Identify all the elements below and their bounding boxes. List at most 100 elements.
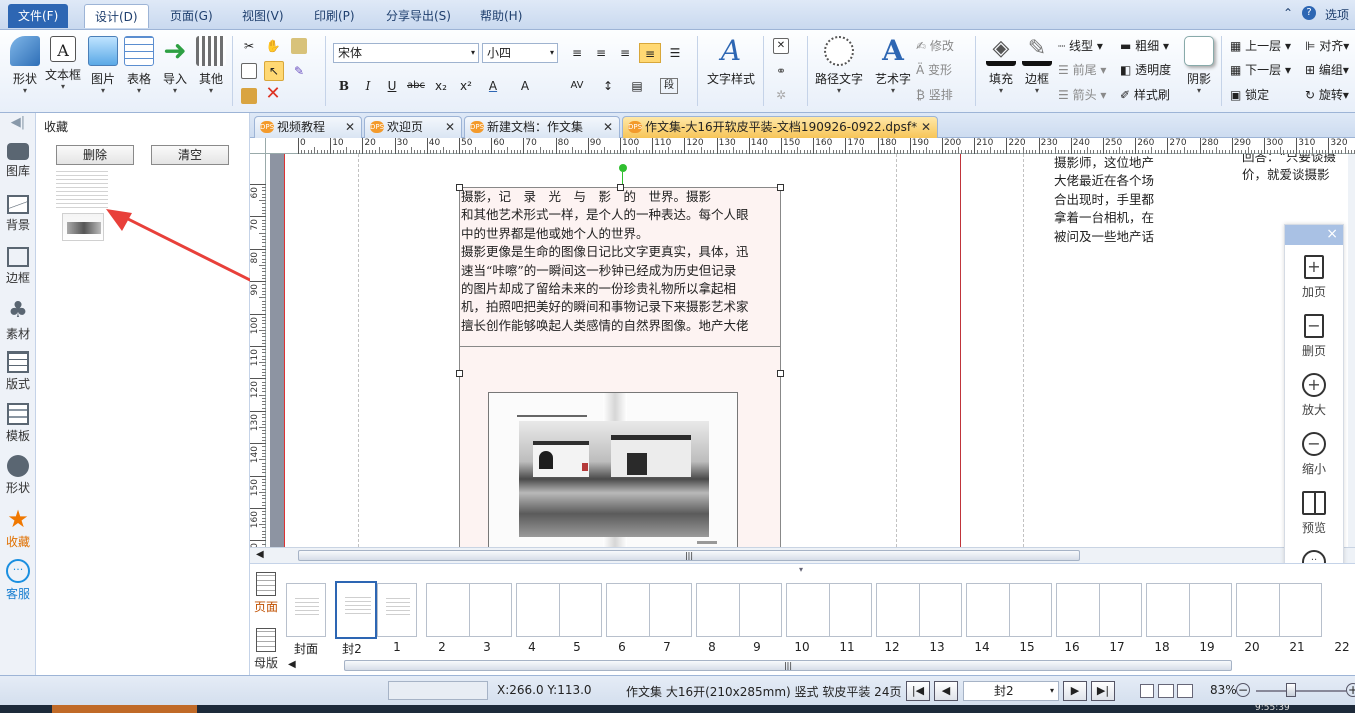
close-icon[interactable]: × — [1326, 226, 1338, 242]
fill-button[interactable]: ◈ 填充 ▾ — [982, 36, 1020, 96]
resize-handle[interactable] — [777, 370, 784, 377]
zoom-slider-thumb[interactable] — [1286, 683, 1296, 697]
background-tab[interactable]: 背景 — [2, 195, 34, 233]
next-page-icon[interactable]: ▶ — [1063, 681, 1087, 701]
group-dropdown[interactable]: ⊞ 编组▾ — [1305, 62, 1349, 78]
font-name-select[interactable]: 宋体 ▾ — [333, 43, 479, 63]
menu-help[interactable]: 帮助(H) — [470, 4, 532, 28]
help-icon[interactable]: ? — [1302, 6, 1316, 20]
style-brush-button[interactable]: ✐ 样式刷 — [1120, 87, 1170, 103]
side-text-column[interactable]: 摄影师，这位地产 大佬最近在各个场 合出现时，手里都 拿着一台相机，在 被问及一… — [1054, 154, 1174, 246]
crop-picture-icon[interactable] — [291, 38, 307, 54]
menu-print[interactable]: 印刷(P) — [304, 4, 365, 28]
template-tab[interactable]: 模板 — [2, 403, 34, 444]
taskbar-app-button[interactable] — [52, 705, 197, 713]
resize-handle[interactable] — [777, 184, 784, 191]
multi-page-view-icon[interactable] — [1177, 684, 1193, 698]
line-spacing-icon[interactable]: ↕ — [597, 76, 619, 96]
page-select[interactable]: 封2 ▾ — [963, 681, 1059, 701]
delete-page-button[interactable]: − 删页 — [1285, 314, 1343, 359]
scroll-left-icon[interactable]: ◀ — [288, 659, 296, 670]
page-strip-scroll-thumb[interactable]: ||| — [344, 660, 1232, 671]
tab-new-document[interactable]: DPS 新建文档：作文集 ✕ — [464, 116, 620, 138]
font-size-grow-icon[interactable]: A — [514, 76, 536, 96]
shape-button[interactable]: 形状 ▾ — [6, 36, 44, 96]
tab-video-tutorial[interactable]: DPS 视频教程 ✕ — [254, 116, 362, 138]
paragraph-icon[interactable]: 段 — [660, 78, 678, 94]
subscript-icon[interactable]: x₂ — [430, 76, 452, 96]
art-text-button[interactable]: A 艺术字 ▾ — [872, 36, 914, 96]
rotate-dropdown[interactable]: ↻ 旋转▾ — [1305, 87, 1349, 103]
align-right-icon[interactable]: ≡ — [614, 43, 636, 63]
favorite-item-text-thumbnail[interactable] — [56, 171, 108, 211]
close-icon[interactable]: ✕ — [445, 117, 455, 137]
close-icon[interactable]: ✕ — [921, 117, 931, 137]
line-end-dropdown[interactable]: ☰ 前尾 ▾ — [1058, 62, 1106, 78]
resize-handle[interactable] — [456, 370, 463, 377]
far-text-column[interactable]: 回答：“只要谈摄 价，就爱谈摄影 — [1242, 154, 1348, 185]
superscript-icon[interactable]: x² — [455, 76, 477, 96]
menu-share-export[interactable]: 分享导出(S) — [376, 4, 461, 28]
align-dropdown[interactable]: ⊫ 对齐▾ — [1305, 38, 1349, 54]
gallery-tab[interactable]: 图库 — [2, 143, 34, 179]
italic-icon[interactable]: I — [357, 76, 379, 96]
zoom-out-button[interactable]: − 缩小 — [1285, 432, 1343, 477]
resize-handle[interactable] — [456, 184, 463, 191]
picture-button[interactable]: 图片 ▾ — [84, 36, 122, 96]
layout-tab[interactable]: 版式 — [2, 351, 34, 392]
menu-design[interactable]: 设计(D) — [84, 4, 149, 28]
pages-tab[interactable]: 页面 — [252, 572, 280, 615]
last-page-icon[interactable]: ▶| — [1091, 681, 1115, 701]
copy-icon[interactable] — [241, 63, 257, 79]
scroll-thumb[interactable]: ||| — [298, 550, 1080, 561]
text-frame-selected[interactable]: 摄影，记 录 光 与 影 的 世界。摄影 和其他艺术形式一样，是个人的一种表达。… — [459, 187, 781, 347]
arrow-head-dropdown[interactable]: ☰ 箭头 ▾ — [1058, 87, 1106, 103]
border-tab[interactable]: 边框 — [2, 247, 34, 286]
send-backward-dropdown[interactable]: ▦ 下一层 ▾ — [1230, 62, 1291, 78]
favorite-item-photo-thumbnail[interactable] — [62, 213, 104, 241]
close-icon[interactable]: ✕ — [345, 117, 355, 137]
material-tab[interactable]: ♣ 素材 — [2, 299, 34, 342]
zoom-out-icon[interactable]: − — [1236, 683, 1250, 697]
path-text-button[interactable]: 路径文字 ▾ — [813, 36, 865, 96]
image-frame[interactable] — [459, 347, 781, 547]
collapse-ribbon-icon[interactable]: ⌃ — [1283, 6, 1293, 20]
horizontal-scrollbar[interactable]: ◀ ||| — [250, 547, 1355, 563]
align-left-icon[interactable]: ≡ — [566, 43, 588, 63]
rotate-handle[interactable] — [619, 164, 627, 172]
tab-active-document[interactable]: DPS 作文集-大16开软皮平装-文档190926-0922.dpsf* ✕ — [622, 116, 938, 138]
text-box-frame-icon[interactable]: ✕ — [773, 38, 789, 54]
line-type-dropdown[interactable]: ┈ 线型 ▾ — [1058, 38, 1103, 54]
art-text-vertical[interactable]: ₿ 竖排 — [916, 87, 953, 103]
link-icon[interactable]: ⚭ — [773, 63, 789, 79]
text-style-button[interactable]: A 文字样式 — [706, 36, 756, 87]
design-canvas[interactable]: 摄影，记 录 光 与 影 的 世界。摄影 和其他艺术形式一样，是个人的一种表达。… — [266, 154, 1348, 547]
art-text-transform[interactable]: Ä 变形 — [916, 62, 952, 78]
paste-icon[interactable] — [241, 88, 257, 104]
shapes-tab[interactable]: 形状 — [2, 455, 34, 496]
delete-button[interactable]: 删除 — [56, 145, 134, 165]
bold-icon[interactable]: B — [333, 76, 355, 96]
favorites-tab[interactable]: ★ 收藏 — [2, 507, 34, 550]
font-size-select[interactable]: 小四 ▾ — [482, 43, 558, 63]
menu-view[interactable]: 视图(V) — [232, 4, 294, 28]
align-center-icon[interactable]: ≡ — [590, 43, 612, 63]
single-page-view-icon[interactable] — [1140, 684, 1154, 698]
photo-book-image[interactable] — [488, 392, 738, 547]
columns-icon[interactable]: ▤ — [626, 76, 648, 96]
zoom-in-button[interactable]: + 放大 — [1285, 373, 1343, 418]
collapse-panel-icon[interactable]: ◀| — [2, 115, 34, 130]
resize-handle[interactable] — [617, 184, 624, 191]
close-icon[interactable]: ✕ — [603, 117, 613, 137]
article-paragraph[interactable]: 摄影，记 录 光 与 影 的 世界。摄影 和其他艺术形式一样，是个人的一种表达。… — [461, 188, 781, 335]
import-button[interactable]: ➜ 导入 ▾ — [156, 36, 194, 96]
menu-file[interactable]: 文件(F) — [8, 4, 69, 28]
bring-forward-dropdown[interactable]: ▦ 上一层 ▾ — [1230, 38, 1291, 54]
format-brush-icon[interactable]: ✎ — [291, 63, 307, 79]
lock-button[interactable]: ▣ 锁定 — [1230, 87, 1269, 103]
zoom-slider-track[interactable] — [1256, 690, 1346, 692]
art-text-edit[interactable]: ✍ 修改 — [916, 38, 954, 54]
tab-welcome[interactable]: DPS 欢迎页 ✕ — [364, 116, 462, 138]
unlink-icon[interactable]: ✲ — [773, 87, 789, 103]
customer-service-tab[interactable]: ··· 客服 — [2, 559, 34, 602]
